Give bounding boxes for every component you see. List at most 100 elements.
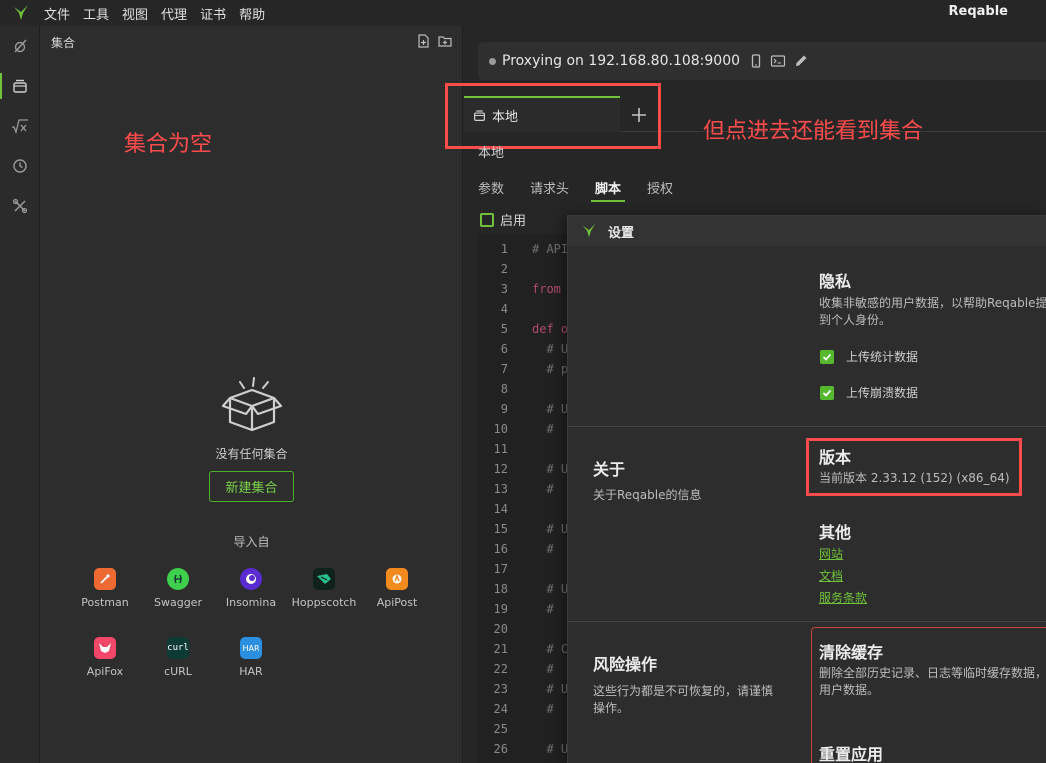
importer-label: HAR — [239, 665, 263, 678]
empty-collections-text: 没有任何集合 — [215, 447, 288, 461]
menu-file[interactable]: 文件 — [44, 4, 70, 23]
hoppscotch-icon — [313, 568, 335, 590]
insomnia-icon — [240, 568, 262, 590]
settings-title: 设置 — [608, 225, 635, 241]
tab-headers[interactable]: 请求头 — [530, 178, 569, 202]
reset-app-heading[interactable]: 重置应用 — [819, 741, 883, 763]
enable-script-row[interactable]: 启用 — [480, 210, 526, 229]
rail-history-button[interactable] — [0, 148, 40, 184]
docs-link[interactable]: 文档 — [819, 567, 843, 584]
code-text: # — [532, 602, 554, 616]
tab-auth[interactable]: 授权 — [647, 178, 673, 202]
line-number: 14 — [493, 502, 508, 516]
rail-scripts-button[interactable] — [0, 108, 40, 144]
rail-collections-button[interactable] — [0, 68, 40, 104]
line-number: 1 — [500, 242, 508, 256]
line-number: 4 — [500, 302, 508, 316]
check-icon — [822, 353, 832, 361]
curl-icon: curl — [167, 637, 189, 659]
code-text: # — [532, 702, 554, 716]
menu-help[interactable]: 帮助 — [239, 4, 265, 23]
line-number: 10 — [493, 422, 508, 436]
upload-crash-option[interactable]: 上传崩溃数据 — [820, 384, 918, 401]
postman-icon — [94, 568, 116, 590]
code-text: def o — [532, 322, 569, 336]
danger-desc-line2: 操作。 — [593, 701, 630, 715]
code-text: # U — [532, 462, 569, 476]
new-folder-icon[interactable] — [438, 34, 452, 48]
script-function-icon — [12, 119, 28, 134]
code-text: # — [532, 482, 554, 496]
about-heading: 关于 — [593, 460, 626, 479]
mobile-icon[interactable] — [750, 54, 762, 68]
import-hoppscotch[interactable]: Hoppscotch — [284, 568, 364, 609]
edit-pencil-icon[interactable] — [794, 54, 808, 68]
code-text: # — [532, 662, 554, 676]
line-number: 25 — [493, 722, 508, 736]
line-number: 23 — [493, 682, 508, 696]
line-number: 17 — [493, 562, 508, 576]
enable-checkbox[interactable] — [480, 212, 494, 227]
import-postman[interactable]: Postman — [65, 568, 145, 609]
upload-crash-label: 上传崩溃数据 — [846, 386, 919, 400]
annotation-highlight-tabs — [445, 83, 661, 149]
import-har[interactable]: HAR HAR — [211, 637, 291, 678]
new-collection-button[interactable]: 新建集合 — [209, 471, 294, 502]
importer-label: Insomina — [225, 596, 277, 609]
import-apifox[interactable]: ApiFox — [65, 637, 145, 678]
panel-title: 集合 — [51, 36, 76, 50]
new-file-icon[interactable] — [416, 34, 430, 48]
danger-heading: 风险操作 — [593, 655, 658, 674]
checkbox-checked[interactable] — [820, 349, 834, 364]
line-number: 16 — [493, 542, 508, 556]
menu-proxy[interactable]: 代理 — [161, 4, 187, 23]
line-number: 20 — [493, 622, 508, 636]
code-text: # U — [532, 742, 569, 756]
menubar: 文件 工具 视图 代理 证书 帮助 Reqable — [0, 0, 1046, 26]
tab-params[interactable]: 参数 — [478, 178, 504, 202]
import-swagger[interactable]: Swagger — [138, 568, 218, 609]
privacy-heading: 隐私 — [819, 272, 852, 291]
clear-cache-desc-line1: 删除全部历史记录、日志等临时缓存数据， — [819, 666, 1046, 680]
line-number: 22 — [493, 662, 508, 676]
tab-script[interactable]: 脚本 — [591, 178, 626, 202]
line-number: 11 — [493, 442, 508, 456]
section-divider — [568, 621, 1046, 622]
check-icon — [822, 389, 832, 397]
importer-label: cURL — [164, 665, 192, 678]
clear-cache-heading[interactable]: 清除缓存 — [819, 639, 883, 663]
menu-view[interactable]: 视图 — [122, 4, 148, 23]
swagger-icon — [167, 568, 189, 590]
code-text: # — [532, 422, 554, 436]
activity-rail — [0, 26, 40, 763]
reqable-logo-icon — [582, 223, 596, 238]
annotation-collections-empty: 集合为空 — [124, 132, 213, 157]
code-text: # U — [532, 342, 569, 356]
line-number: 8 — [500, 382, 508, 396]
settings-title-bar: 设置 — [568, 216, 1046, 246]
terminal-icon[interactable] — [770, 54, 786, 68]
rail-capture-button[interactable] — [0, 28, 40, 64]
danger-desc-line1: 这些行为都是不可恢复的，请谨慎 — [593, 684, 774, 698]
importer-label: Hoppscotch — [291, 596, 357, 609]
website-link[interactable]: 网站 — [819, 545, 843, 562]
checkbox-checked[interactable] — [820, 385, 834, 400]
importer-label: ApiFox — [86, 665, 124, 678]
other-heading: 其他 — [819, 523, 852, 542]
menu-tools[interactable]: 工具 — [83, 4, 109, 23]
code-text: from — [532, 282, 561, 296]
import-insomnia[interactable]: Insomina — [211, 568, 291, 609]
har-icon: HAR — [240, 637, 262, 659]
line-number: 5 — [500, 322, 508, 336]
terms-link[interactable]: 服务条款 — [819, 589, 867, 606]
import-apipost[interactable]: ApiPost — [357, 568, 437, 609]
import-curl[interactable]: curl cURL — [138, 637, 218, 678]
code-text: # U — [532, 522, 569, 536]
upload-stats-option[interactable]: 上传统计数据 — [820, 348, 918, 365]
privacy-desc-line1: 收集非敏感的用户数据，以帮助Reqable提 — [819, 296, 1046, 310]
menu-certificate[interactable]: 证书 — [200, 4, 226, 23]
rail-tools-button[interactable] — [0, 188, 40, 224]
line-number: 19 — [493, 602, 508, 616]
line-number: 2 — [500, 262, 508, 276]
line-number: 12 — [493, 462, 508, 476]
